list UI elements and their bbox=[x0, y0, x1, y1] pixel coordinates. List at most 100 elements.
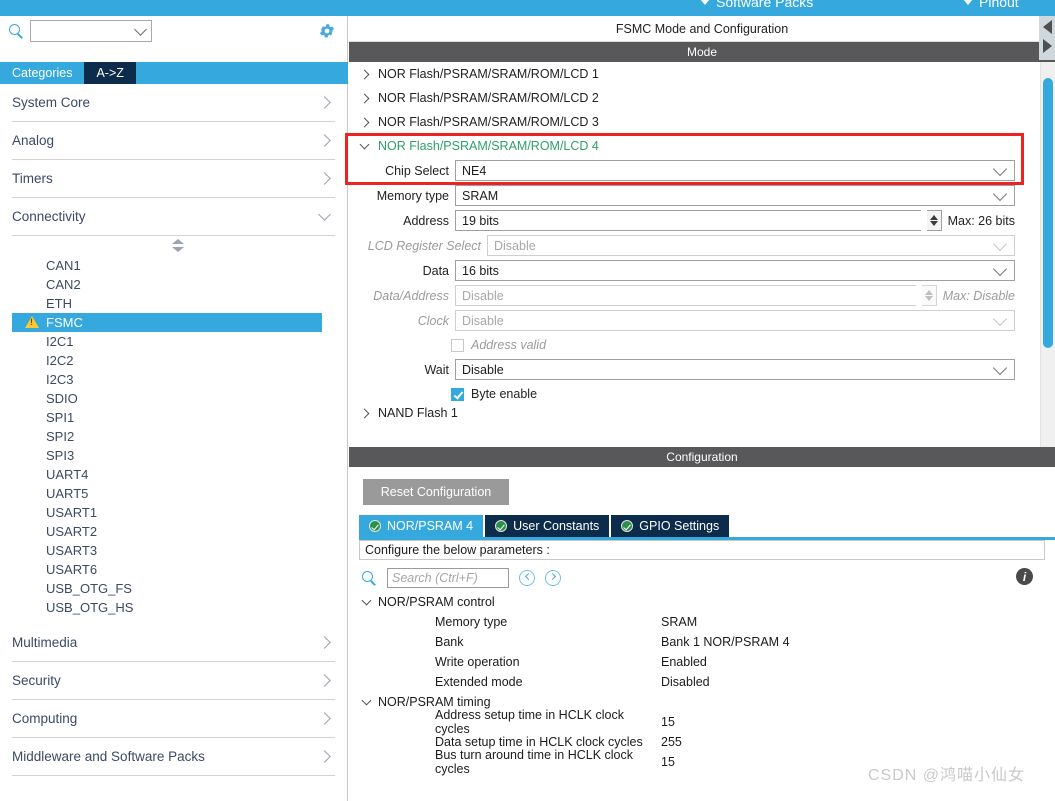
sidebar-item-multimedia[interactable]: Multimedia bbox=[12, 624, 335, 662]
parameter-group-header[interactable]: NOR/PSRAM control bbox=[361, 592, 1055, 612]
sidebar-item-system-core[interactable]: System Core bbox=[12, 84, 335, 122]
chevron-down-icon bbox=[361, 595, 372, 606]
memory-type-dropdown[interactable]: SRAM bbox=[455, 185, 1015, 206]
parameter-row[interactable]: Bank Bank 1 NOR/PSRAM 4 bbox=[361, 632, 1055, 652]
next-circle-icon[interactable] bbox=[545, 570, 561, 586]
mode-section-label: Mode bbox=[686, 45, 718, 59]
mode-tree-item-norflash1[interactable]: NOR Flash/PSRAM/SRAM/ROM/LCD 1 bbox=[349, 62, 1025, 86]
info-icon[interactable]: i bbox=[1016, 568, 1033, 585]
scrollbar-thumb[interactable] bbox=[1043, 78, 1053, 348]
data-address-value: Disable bbox=[462, 288, 504, 303]
parameter-value: Disabled bbox=[661, 675, 710, 689]
peripheral-item-usart1[interactable]: USART1 bbox=[12, 503, 322, 522]
mode-tree-item-norflash2[interactable]: NOR Flash/PSRAM/SRAM/ROM/LCD 2 bbox=[349, 86, 1025, 110]
byte-enable-checkbox[interactable] bbox=[451, 387, 464, 401]
peripheral-label: USART1 bbox=[46, 505, 98, 520]
peripheral-item-usb_otg_hs[interactable]: USB_OTG_HS bbox=[12, 598, 322, 617]
peripheral-label: USART6 bbox=[46, 562, 98, 577]
parameter-value: Bank 1 NOR/PSRAM 4 bbox=[661, 635, 790, 649]
peripheral-label: SPI2 bbox=[46, 429, 75, 444]
peripheral-item-usart3[interactable]: USART3 bbox=[12, 541, 322, 560]
sidebar-item-middleware[interactable]: Middleware and Software Packs bbox=[12, 738, 335, 776]
menu-item-pinout[interactable]: Pinout bbox=[963, 0, 1019, 10]
parameter-name: Write operation bbox=[435, 655, 520, 669]
mode-tree-item-nandflash1[interactable]: NAND Flash 1 bbox=[349, 406, 1025, 420]
peripheral-label: SPI3 bbox=[46, 448, 75, 463]
tab-categories[interactable]: Categories bbox=[0, 62, 85, 84]
nav-left-icon[interactable] bbox=[1043, 20, 1052, 34]
sidebar-item-analog[interactable]: Analog bbox=[12, 122, 335, 160]
address-stepper[interactable] bbox=[926, 210, 942, 231]
sidebar-item-security[interactable]: Security bbox=[12, 662, 335, 700]
configuration-section-header: Configuration bbox=[349, 447, 1055, 467]
parameter-row[interactable]: Memory type SRAM bbox=[361, 612, 1055, 632]
data-dropdown[interactable]: 16 bits bbox=[455, 260, 1015, 281]
mode-vertical-scrollbar[interactable] bbox=[1040, 62, 1055, 447]
address-input[interactable]: 19 bits bbox=[455, 210, 921, 231]
sidebar-item-connectivity[interactable]: Connectivity bbox=[12, 198, 335, 236]
sidebar-item-timers[interactable]: Timers bbox=[12, 160, 335, 198]
parameter-row[interactable]: Address setup time in HCLK clock cycles 1… bbox=[361, 708, 1055, 736]
peripheral-item-can1[interactable]: CAN1 bbox=[12, 256, 322, 275]
sidebar-search-input[interactable] bbox=[30, 20, 152, 42]
tab-label: Categories bbox=[12, 66, 73, 80]
prev-circle-icon[interactable] bbox=[519, 570, 535, 586]
sidebar: Categories A->Z System Core Analog Timer… bbox=[0, 16, 348, 801]
scroll-updown-icon[interactable] bbox=[172, 239, 184, 253]
peripheral-label: I2C2 bbox=[46, 353, 74, 368]
peripheral-item-uart5[interactable]: UART5 bbox=[12, 484, 322, 503]
data-address-stepper bbox=[921, 285, 937, 306]
peripheral-item-spi3[interactable]: SPI3 bbox=[12, 446, 322, 465]
tab-a-to-z[interactable]: A->Z bbox=[84, 62, 136, 84]
mode-tree-item-norflash4[interactable]: NOR Flash/PSRAM/SRAM/ROM/LCD 4 bbox=[349, 134, 1025, 158]
peripheral-item-usb_otg_fs[interactable]: USB_OTG_FS bbox=[12, 579, 322, 598]
address-max-label: Max: 26 bits bbox=[947, 213, 1015, 228]
mode-tree-item-norflash3[interactable]: NOR Flash/PSRAM/SRAM/ROM/LCD 3 bbox=[349, 110, 1025, 134]
peripheral-item-spi2[interactable]: SPI2 bbox=[12, 427, 322, 446]
nav-right-icon[interactable] bbox=[1043, 39, 1052, 53]
tab-gpio-settings[interactable]: GPIO Settings bbox=[611, 515, 730, 537]
pane-nav-arrows[interactable] bbox=[1039, 16, 1055, 60]
tab-nor-psram-4[interactable]: NOR/PSRAM 4 bbox=[359, 515, 484, 537]
peripheral-label: UART5 bbox=[46, 486, 89, 501]
configuration-tabs: NOR/PSRAM 4 User Constants GPIO Settings bbox=[359, 515, 1055, 537]
chevron-down-icon bbox=[359, 139, 370, 150]
peripheral-item-eth[interactable]: ETH bbox=[12, 294, 322, 313]
tab-user-constants[interactable]: User Constants bbox=[485, 515, 610, 537]
peripheral-label: I2C1 bbox=[46, 334, 74, 349]
sidebar-tabs: Categories A->Z bbox=[0, 62, 348, 84]
chevron-right-icon bbox=[359, 408, 370, 418]
menu-item-label: Software Packs bbox=[716, 0, 814, 10]
field-label: Wait bbox=[424, 362, 449, 377]
wait-dropdown[interactable]: Disable bbox=[455, 359, 1015, 380]
chevron-down-icon bbox=[361, 695, 372, 706]
reset-configuration-wrap: Reset Configuration bbox=[349, 467, 1055, 505]
peripheral-item-fsmc[interactable]: FSMC bbox=[12, 313, 322, 332]
mode-tree-label: NOR Flash/PSRAM/SRAM/ROM/LCD 2 bbox=[378, 91, 599, 105]
gear-icon[interactable] bbox=[318, 22, 336, 40]
peripheral-item-uart4[interactable]: UART4 bbox=[12, 465, 322, 484]
reset-configuration-button[interactable]: Reset Configuration bbox=[363, 479, 509, 505]
field-label: Data bbox=[422, 263, 449, 278]
chip-select-dropdown[interactable]: NE4 bbox=[455, 160, 1015, 181]
main-pane: FSMC Mode and Configuration Mode NOR Fla… bbox=[349, 16, 1055, 801]
peripheral-item-usart6[interactable]: USART6 bbox=[12, 560, 322, 579]
menu-item-software-packs[interactable]: Software Packs bbox=[700, 0, 813, 10]
peripheral-item-sdio[interactable]: SDIO bbox=[12, 389, 322, 408]
parameter-search-row: Search (Ctrl+F) i bbox=[349, 560, 1055, 592]
parameter-row[interactable]: Extended mode Disabled bbox=[361, 672, 1055, 692]
parameter-search-input[interactable]: Search (Ctrl+F) bbox=[387, 568, 509, 588]
peripheral-item-i2c2[interactable]: I2C2 bbox=[12, 351, 322, 370]
chevron-down-icon bbox=[992, 161, 1008, 176]
parameter-row[interactable]: Write operation Enabled bbox=[361, 652, 1055, 672]
memory-type-value: SRAM bbox=[462, 188, 499, 203]
chevron-right-icon bbox=[318, 712, 331, 725]
peripheral-item-can2[interactable]: CAN2 bbox=[12, 275, 322, 294]
field-data: Data 16 bits bbox=[349, 258, 1025, 283]
peripheral-item-i2c1[interactable]: I2C1 bbox=[12, 332, 322, 351]
peripheral-item-usart2[interactable]: USART2 bbox=[12, 522, 322, 541]
peripheral-item-spi1[interactable]: SPI1 bbox=[12, 408, 322, 427]
sidebar-item-computing[interactable]: Computing bbox=[12, 700, 335, 738]
peripheral-item-i2c3[interactable]: I2C3 bbox=[12, 370, 322, 389]
tab-label: User Constants bbox=[513, 519, 600, 533]
